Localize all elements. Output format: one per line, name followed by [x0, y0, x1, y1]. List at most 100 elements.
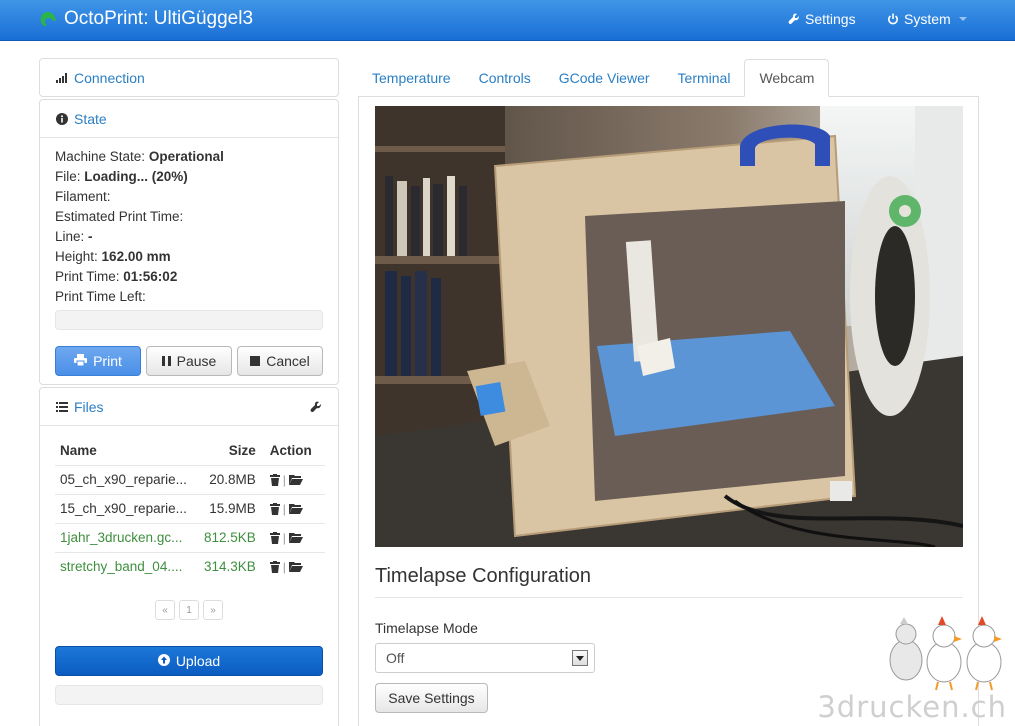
line-row: Line: - — [55, 227, 323, 247]
column-header-name[interactable]: Name — [55, 437, 204, 465]
tab-terminal[interactable]: Terminal — [664, 59, 745, 97]
estimated-time-label: Estimated Print Time: — [55, 209, 184, 224]
trash-icon[interactable] — [269, 502, 280, 515]
separator: | — [282, 472, 286, 487]
separator: | — [282, 559, 286, 574]
file-actions: | — [263, 493, 325, 523]
stop-icon — [250, 353, 261, 369]
pager-next[interactable]: » — [203, 600, 223, 620]
divider — [375, 597, 963, 598]
table-row: 05_ch_x90_reparie... 20.8MB | — [55, 464, 325, 494]
system-label: System — [904, 11, 951, 27]
tab-gcode-viewer[interactable]: GCode Viewer — [545, 59, 664, 97]
file-size: 20.8MB — [203, 464, 264, 494]
machine-state-row: Machine State: Operational — [55, 147, 323, 167]
info-icon — [56, 112, 68, 125]
navbar: OctoPrint: UltiGüggel3 Settings System — [0, 0, 1015, 41]
height-label: Height: — [55, 249, 98, 264]
list-icon — [56, 401, 68, 412]
tab-temperature[interactable]: Temperature — [358, 59, 465, 97]
trash-icon[interactable] — [269, 473, 280, 486]
timelapse-mode-select[interactable]: Off — [375, 643, 595, 673]
chevron-down-icon — [958, 17, 967, 21]
pause-label: Pause — [176, 353, 217, 369]
file-name: stretchy_band_04.... — [55, 551, 204, 581]
print-button[interactable]: Print — [55, 346, 141, 376]
save-settings-label: Save Settings — [388, 690, 475, 706]
trash-icon[interactable] — [269, 531, 280, 544]
trash-icon[interactable] — [269, 560, 280, 573]
column-header-action: Action — [269, 443, 312, 459]
tab-controls[interactable]: Controls — [465, 59, 545, 97]
main-tabs: Temperature Controls GCode Viewer Termin… — [358, 59, 830, 97]
state-header[interactable]: State — [40, 100, 338, 138]
files-table-wrap: Name Size Action 05_ch_x90_reparie... 20.… — [55, 437, 325, 581]
height-row: Height: 162.00 mm — [55, 247, 323, 267]
print-icon — [74, 353, 88, 369]
timelapse-heading: Timelapse Configuration — [375, 565, 592, 587]
separator: | — [282, 530, 286, 545]
folder-open-icon[interactable] — [288, 532, 303, 543]
timelapse-mode-value: Off — [386, 650, 405, 666]
column-header-size[interactable]: Size — [204, 437, 264, 465]
octoprint-logo-icon — [38, 9, 58, 29]
file-row: File: Loading... (20%) — [55, 167, 323, 187]
filament-label: Filament: — [55, 189, 111, 204]
watermark-text: 3drucken.ch — [817, 690, 1007, 724]
chevron-down-icon[interactable] — [572, 650, 588, 666]
print-time-value: 01:56:02 — [123, 269, 178, 284]
print-progress-bar — [55, 310, 323, 330]
folder-open-icon[interactable] — [288, 503, 303, 514]
filament-row: Filament: — [55, 187, 323, 207]
signal-icon — [56, 73, 68, 83]
state-info: Machine State: Operational File: Loading… — [40, 138, 338, 339]
timelapse-mode-label: Timelapse Mode — [375, 620, 478, 636]
folder-open-icon[interactable] — [288, 474, 303, 485]
file-value: Loading... (20%) — [84, 169, 188, 184]
estimated-time-row: Estimated Print Time: — [55, 207, 323, 227]
state-title: State — [74, 110, 107, 127]
file-size: 15.9MB — [203, 493, 264, 523]
separator: | — [282, 501, 286, 516]
print-time-left-row: Print Time Left: — [55, 287, 323, 307]
state-panel: State Machine State: Operational File: L… — [39, 99, 339, 385]
files-title: Files — [74, 398, 104, 415]
file-actions: | — [263, 464, 325, 494]
print-time-row: Print Time: 01:56:02 — [55, 267, 323, 287]
print-label: Print — [93, 353, 122, 369]
connection-panel: Connection — [39, 58, 339, 97]
print-time-left-label: Print Time Left: — [55, 289, 146, 304]
file-size: 314.3KB — [203, 551, 264, 581]
pager-page-1[interactable]: 1 — [179, 600, 199, 620]
files-header[interactable]: Files — [40, 388, 338, 426]
system-menu[interactable]: System — [887, 11, 967, 27]
file-actions: | — [263, 522, 325, 552]
save-settings-button[interactable]: Save Settings — [375, 683, 488, 713]
upload-label: Upload — [175, 653, 221, 669]
wrench-icon[interactable] — [310, 401, 322, 413]
upload-button[interactable]: Upload — [55, 646, 323, 676]
pager-prev[interactable]: « — [155, 600, 175, 620]
line-label: Line: — [55, 229, 85, 244]
connection-header[interactable]: Connection — [40, 59, 338, 97]
table-row: 1jahr_3drucken.gc... 812.5KB | — [55, 522, 325, 552]
chicken-mascots-icon — [889, 616, 1002, 691]
cancel-label: Cancel — [266, 353, 310, 369]
tab-webcam[interactable]: Webcam — [744, 59, 830, 97]
brand[interactable]: OctoPrint: UltiGüggel3 — [38, 8, 253, 30]
connection-title: Connection — [74, 70, 145, 86]
webcam-stream — [375, 106, 963, 547]
cancel-button[interactable]: Cancel — [237, 346, 323, 376]
pause-button[interactable]: Pause — [146, 346, 232, 376]
settings-label: Settings — [805, 11, 856, 27]
file-label: File: — [55, 169, 81, 184]
files-table: Name Size Action 05_ch_x90_reparie... 20.… — [55, 437, 325, 581]
app-title: OctoPrint: UltiGüggel3 — [64, 8, 254, 29]
print-time-label: Print Time: — [55, 269, 120, 284]
settings-menu[interactable]: Settings — [788, 11, 856, 27]
folder-open-icon[interactable] — [288, 561, 303, 573]
height-value: 162.00 mm — [101, 249, 171, 264]
upload-progress-bar — [55, 685, 323, 705]
machine-state-label: Machine State: — [55, 149, 146, 164]
wrench-icon — [788, 13, 800, 25]
